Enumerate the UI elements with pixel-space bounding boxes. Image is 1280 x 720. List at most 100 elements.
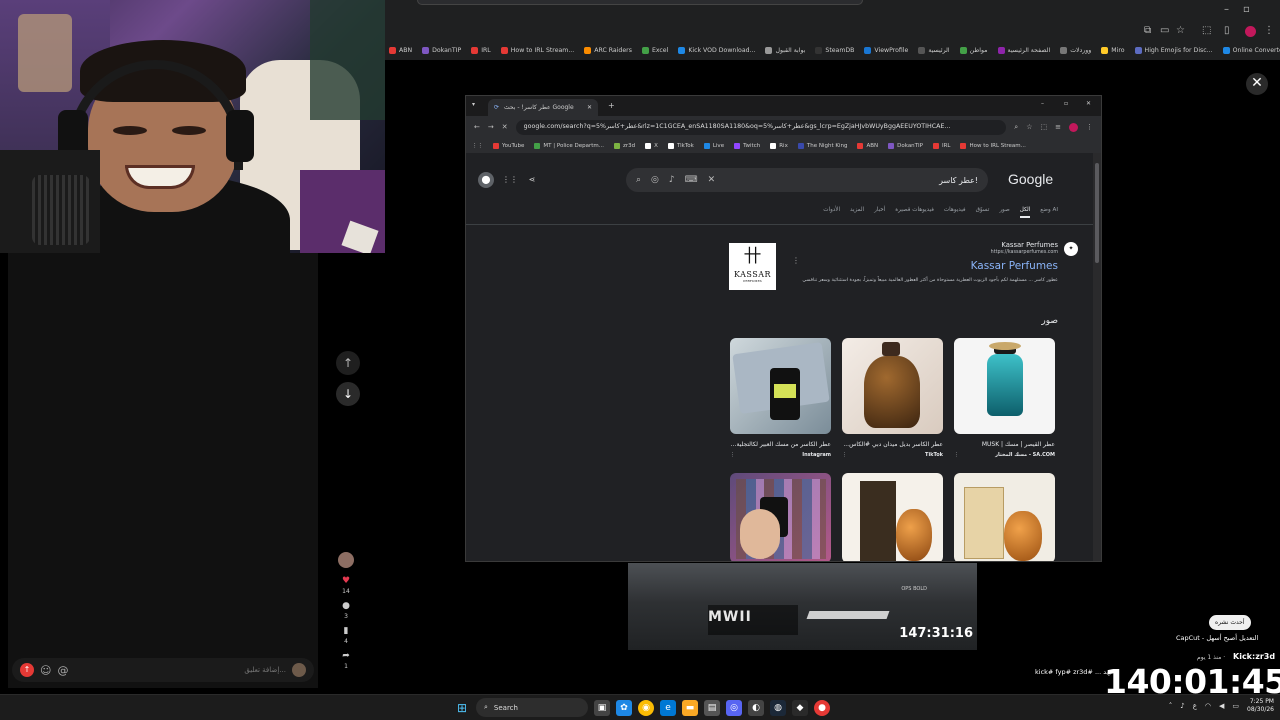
tab-list-icon[interactable]: ▾: [472, 101, 475, 108]
translate-icon[interactable]: ⧉: [1144, 25, 1151, 36]
cast-icon[interactable]: ▭: [1160, 25, 1169, 36]
inner-bookmark[interactable]: How to IRL Stream...: [960, 142, 1026, 149]
apps-grid-icon[interactable]: ⋮⋮: [502, 172, 518, 188]
outer-bookmark[interactable]: Online Converter -...: [1222, 46, 1280, 54]
outer-bookmark[interactable]: SteamDB: [815, 46, 854, 54]
clear-icon[interactable]: ✕: [708, 175, 716, 185]
outer-bookmark[interactable]: ViewProfile: [864, 46, 908, 54]
outer-bookmark[interactable]: بوابة القبول: [765, 46, 805, 54]
image-thumb[interactable]: [730, 338, 831, 434]
outer-bookmark[interactable]: High Emojis for Disc...: [1134, 46, 1213, 54]
search-tab[interactable]: الكل: [1019, 207, 1031, 218]
result-url[interactable]: https://kassarperfumes.com: [991, 250, 1058, 255]
search-tab[interactable]: وضع AI: [1040, 207, 1058, 218]
scroll-up-button[interactable]: ↑: [336, 351, 360, 375]
search-query[interactable]: عطر كاسر!: [725, 176, 978, 185]
notification-pill[interactable]: أحدث نشره: [1209, 615, 1251, 630]
search-tab[interactable]: فيديوهات: [944, 207, 966, 218]
record-icon[interactable]: ●: [814, 699, 830, 716]
tray-lang[interactable]: ع: [1193, 702, 1197, 710]
mic-icon[interactable]: ♪: [669, 175, 675, 185]
battery-icon[interactable]: ▭: [1232, 702, 1239, 710]
search-tab[interactable]: تسوّق: [976, 207, 990, 218]
edge-icon[interactable]: e: [660, 699, 676, 716]
steam-icon[interactable]: ◍: [770, 699, 786, 716]
star-icon[interactable]: ☆: [1026, 123, 1032, 131]
profile-avatar[interactable]: [1245, 26, 1256, 37]
comment-placeholder[interactable]: إضافة تعليق...: [74, 666, 286, 674]
zoom-icon[interactable]: ⌕: [1014, 123, 1018, 132]
media-icon[interactable]: ≡: [1055, 123, 1061, 131]
outer-bookmark[interactable]: Miro: [1101, 46, 1125, 54]
search-tab[interactable]: الأدوات: [823, 207, 840, 218]
outer-bookmark[interactable]: Kick VOD Download...: [678, 46, 755, 54]
outer-bookmark[interactable]: DokanTIP: [422, 46, 461, 54]
extensions-icon[interactable]: ⬚: [1041, 123, 1048, 131]
scroll-down-button[interactable]: ↓: [336, 382, 360, 406]
copilot-icon[interactable]: ✿: [616, 699, 632, 716]
image-result[interactable]: [842, 473, 943, 561]
file-explorer-icon[interactable]: ▬: [682, 699, 698, 716]
scroll-thumb[interactable]: [1095, 163, 1099, 263]
inner-bookmark[interactable]: YouTube: [493, 142, 524, 149]
tray-expand-icon[interactable]: ˄: [1169, 702, 1173, 710]
taskbar-search[interactable]: ⌕ Search: [476, 698, 588, 717]
promo-text[interactable]: CapCut - التعديل أصبح أسهل: [1176, 634, 1258, 642]
menu-kebab-icon[interactable]: ⋮: [1086, 123, 1093, 131]
outer-bookmark[interactable]: Excel: [641, 46, 668, 54]
apps-icon[interactable]: ⋮⋮: [472, 143, 483, 149]
sidebar-icon[interactable]: ▯: [1224, 25, 1230, 36]
search-icon[interactable]: ⌕: [636, 175, 641, 185]
lens-icon[interactable]: ◎: [651, 175, 659, 185]
chrome-icon[interactable]: ◉: [638, 699, 654, 716]
extensions-icon[interactable]: ⬚: [1202, 25, 1211, 36]
inner-bookmark[interactable]: TikTok: [667, 142, 694, 149]
send-icon[interactable]: ↑: [20, 663, 34, 677]
image-thumb[interactable]: [954, 338, 1055, 434]
inner-bookmark[interactable]: DokanTIP: [888, 142, 923, 149]
forward-icon[interactable]: →: [488, 123, 494, 131]
image-thumb[interactable]: [842, 338, 943, 434]
emoji-icon[interactable]: ☺: [40, 664, 51, 677]
stop-icon[interactable]: ✕: [502, 123, 508, 131]
result-more-icon[interactable]: ⋮: [792, 256, 800, 265]
image-thumb[interactable]: [730, 473, 831, 561]
image-result[interactable]: عطر الكاسر من مسك العبير لكالتجلية... ⋮ I…: [730, 338, 831, 458]
google-logo[interactable]: Google: [1008, 171, 1053, 187]
image-thumb[interactable]: [842, 473, 943, 561]
star-icon[interactable]: ☆: [1176, 25, 1185, 36]
comment-input-bar[interactable]: ↑ ☺ @ إضافة تعليق...: [12, 658, 314, 682]
inner-bookmark[interactable]: zr3d: [614, 142, 635, 149]
search-tab[interactable]: أخبار: [874, 207, 885, 218]
bookmark-icon[interactable]: ▮: [344, 626, 349, 636]
discord-icon[interactable]: ◎: [726, 699, 742, 716]
outer-bookmark[interactable]: الرئيسية: [918, 46, 950, 54]
inner-bookmark[interactable]: Twitch: [734, 142, 760, 149]
outer-bookmark[interactable]: IRL: [471, 46, 491, 54]
back-icon[interactable]: ←: [474, 123, 480, 131]
close-overlay-button[interactable]: ✕: [1246, 73, 1268, 95]
close-tab-icon[interactable]: ✕: [587, 104, 592, 111]
maximize-icon[interactable]: ▫: [1243, 4, 1250, 15]
outer-bookmark[interactable]: ARC Raiders: [584, 46, 632, 54]
labs-icon[interactable]: ⬤: [478, 172, 494, 188]
image-thumb[interactable]: [954, 473, 1055, 561]
maximize-icon[interactable]: ▫: [1064, 100, 1068, 107]
outer-bookmark[interactable]: ووردلات: [1060, 46, 1091, 54]
share-icon[interactable]: ➦: [342, 651, 350, 661]
taskbar-clock[interactable]: 7:25 PM 08/30/26: [1247, 698, 1274, 714]
inner-bookmark[interactable]: X: [645, 142, 658, 149]
result-title[interactable]: Kassar Perfumes: [971, 260, 1058, 272]
inner-bookmark[interactable]: IRL: [932, 142, 950, 149]
image-result[interactable]: [730, 473, 831, 561]
outer-address-bar[interactable]: [417, 0, 863, 5]
image-result[interactable]: عطر الكاسر بديل ميدان دبي #الكاس... ⋮ Tik…: [842, 338, 943, 458]
inner-bookmark[interactable]: Live: [703, 142, 724, 149]
image-result[interactable]: [954, 473, 1055, 561]
inner-bookmark[interactable]: ABN: [857, 142, 878, 149]
app-icon[interactable]: ◆: [792, 699, 808, 716]
volume-icon[interactable]: ◀: [1219, 702, 1224, 710]
wifi-icon[interactable]: ◠: [1205, 702, 1211, 710]
start-icon[interactable]: ⊞: [454, 700, 470, 716]
outer-bookmark[interactable]: مواطن: [959, 46, 988, 54]
